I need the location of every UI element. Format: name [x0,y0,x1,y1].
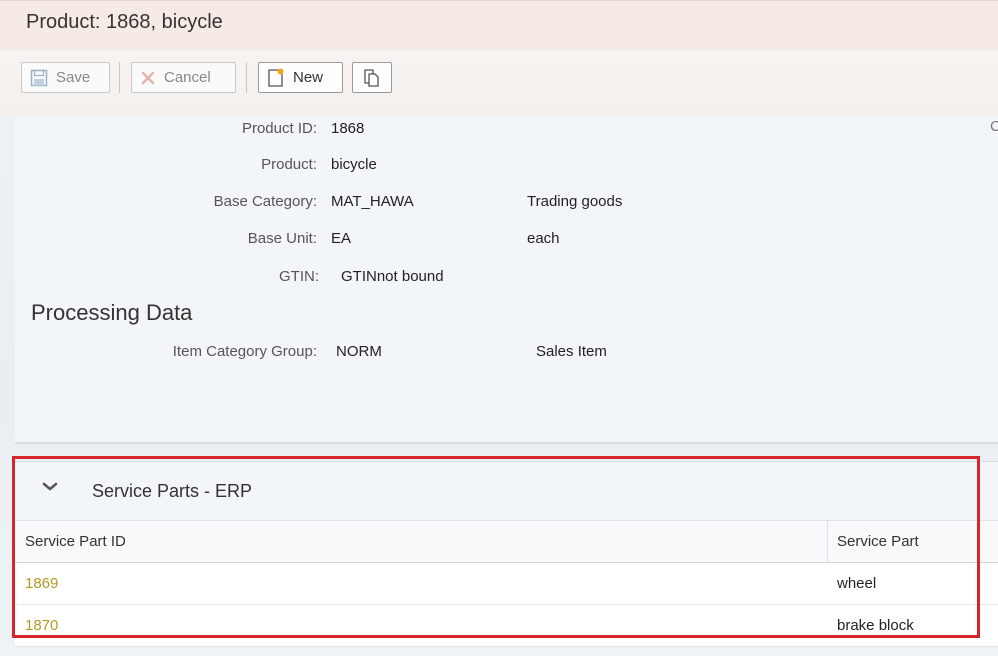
base-unit-description: each [527,230,560,247]
cancel-button[interactable]: Cancel [131,62,236,93]
service-parts-header[interactable]: Service Parts - ERP [15,462,998,520]
save-icon [30,69,48,87]
table-row[interactable]: 1870 brake block [15,605,998,647]
service-part-id-link[interactable]: 1869 [25,563,58,605]
table-header-row: Service Part ID Service Part [15,520,998,564]
page-title: Product: 1868, bicycle [26,11,223,33]
copy-button[interactable] [352,62,392,93]
service-part-name: brake block [837,617,914,634]
product-value: bicycle [331,156,377,173]
column-header-service-part[interactable]: Service Part [837,521,919,563]
new-button-label: New [293,69,324,86]
save-button-label: Save [56,69,91,86]
product-label: Product: [261,156,317,173]
toolbar-separator [119,62,120,93]
column-divider [827,521,828,564]
base-unit-value: EA [331,230,352,247]
close-icon [140,70,156,86]
base-unit-label: Base Unit: [247,230,317,247]
service-part-id-link[interactable]: 1870 [25,605,58,647]
new-button[interactable]: New [258,62,343,93]
service-parts-title: Service Parts - ERP [92,481,253,501]
title-bar: Product: 1868, bicycle [0,0,998,50]
column-header-service-part-id[interactable]: Service Part ID [25,521,126,563]
base-category-value: MAT_HAWA [331,193,414,210]
service-part-name: wheel [837,575,877,592]
copy-icon [363,68,381,88]
gtin-label: GTIN: [279,268,319,285]
new-document-icon [267,68,285,88]
table-row[interactable]: 1869 wheel [15,563,998,605]
item-category-group-description: Sales Item [536,343,607,360]
product-form-panel: C Product ID: 1868 Product: bicycle Base… [15,116,998,444]
item-category-group-label: Item Category Group: [172,343,317,360]
base-category-description: Trading goods [527,193,623,210]
product-id-label: Product ID: [241,120,317,137]
chevron-down-icon[interactable] [41,480,59,499]
product-id-value: 1868 [331,120,365,137]
base-category-label: Base Category: [213,193,317,210]
item-category-group-value: NORM [336,343,382,360]
processing-data-heading: Processing Data [31,300,193,325]
service-parts-panel: Service Parts - ERP Service Part ID Serv… [15,461,998,647]
save-button[interactable]: Save [21,62,110,93]
toolbar-separator [246,62,247,93]
toolbar: Save Cancel New [0,50,998,116]
gtin-value: GTINnot bound [341,268,444,285]
clipped-label: C [990,118,998,135]
cancel-button-label: Cancel [164,69,211,86]
